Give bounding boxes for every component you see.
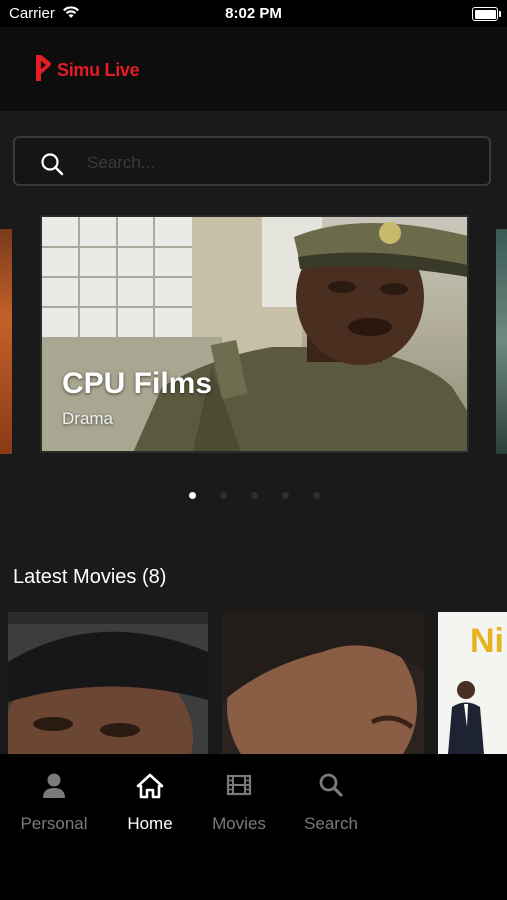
- movie-poster-card[interactable]: [8, 612, 208, 754]
- featured-slide[interactable]: CPU Films Drama: [40, 215, 469, 453]
- app-header: Simu Live: [0, 27, 507, 111]
- pagination-dot[interactable]: [282, 492, 289, 499]
- pagination-dot-active[interactable]: [189, 492, 196, 499]
- tab-search[interactable]: Search: [300, 772, 362, 834]
- poster-image: [222, 612, 424, 754]
- tab-personal[interactable]: Personal: [18, 772, 90, 834]
- movie-poster-card[interactable]: [222, 612, 424, 754]
- tab-label: Home: [127, 814, 173, 833]
- poster-image: [8, 612, 208, 754]
- tab-movies[interactable]: Movies: [208, 772, 270, 834]
- status-bar: Carrier 8:02 PM: [0, 0, 507, 27]
- featured-carousel[interactable]: CPU Films Drama: [0, 215, 507, 455]
- pagination-dot[interactable]: [251, 492, 258, 499]
- battery-icon: [472, 7, 501, 21]
- search-icon: [300, 772, 362, 802]
- previous-slide-peek[interactable]: [0, 229, 12, 454]
- pagination-dot[interactable]: [313, 492, 320, 499]
- bottom-tab-bar: Personal Home Movies Search: [0, 754, 507, 900]
- clock: 8:02 PM: [225, 5, 282, 22]
- poster-text: Ni: [470, 622, 504, 660]
- film-icon: [208, 772, 270, 802]
- play-logo-icon: [33, 53, 53, 88]
- search-icon: [40, 152, 64, 181]
- slide-title: CPU Films: [62, 367, 213, 400]
- latest-movies-heading: Latest Movies (8): [13, 566, 167, 588]
- tab-label: Movies: [212, 814, 266, 833]
- search-bar[interactable]: [13, 136, 491, 186]
- slide-genre: Drama: [62, 409, 114, 428]
- tab-label: Personal: [20, 814, 88, 833]
- movie-poster-card[interactable]: Ni: [438, 612, 507, 754]
- search-input[interactable]: [85, 148, 469, 178]
- person-icon: [18, 772, 90, 802]
- pagination-dot[interactable]: [220, 492, 227, 499]
- poster-image: Ni: [438, 612, 507, 754]
- home-icon: [118, 772, 182, 802]
- app-logo: Simu Live: [33, 53, 140, 88]
- next-slide-peek[interactable]: [496, 229, 507, 454]
- tab-home[interactable]: Home: [118, 772, 182, 834]
- carousel-pagination: [0, 492, 507, 500]
- tab-label: Search: [304, 814, 358, 833]
- logo-text: Simu Live: [57, 60, 140, 80]
